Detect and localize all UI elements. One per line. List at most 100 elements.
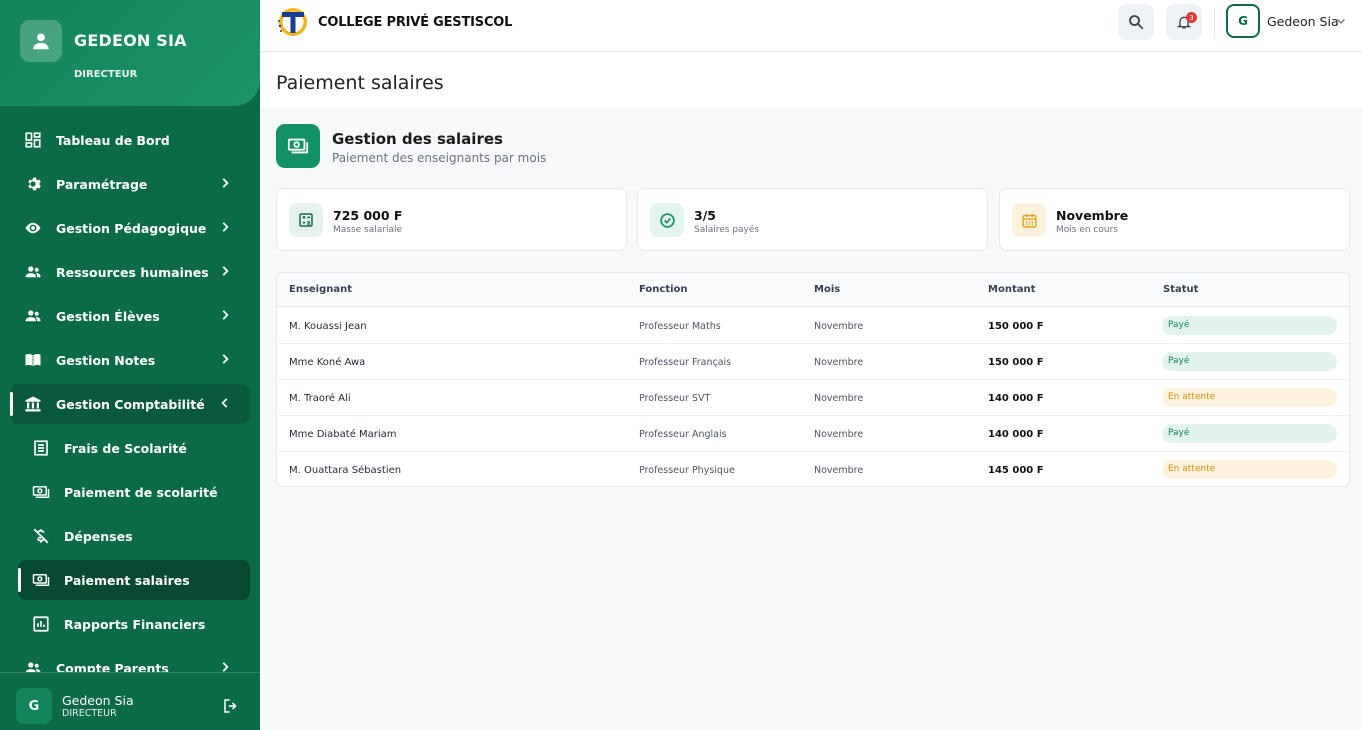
page-title: Paiement salaires [276,72,444,94]
payment-month: Novembre [814,393,864,404]
teacher-name: M. Traoré Ali [289,393,351,404]
table-header: Enseignant Fonction Mois Montant Statut [277,273,1349,307]
stat-value: 725 000 F [333,208,403,223]
topbar: COLLEGE PRIVÉ GESTISCOL 3 G Gedeon Sia [260,0,1362,52]
sidebar-item-notes[interactable]: Gestion Notes [10,340,250,380]
cash-icon [32,571,50,589]
cash-icon [32,483,50,501]
payment-month: Novembre [814,357,864,368]
column-header-month[interactable]: Mois [814,284,840,295]
sidebar-subitem-rapports[interactable]: Rapports Financiers [18,604,250,644]
notification-count-badge: 3 [1186,12,1197,23]
stat-value: Novembre [1056,208,1129,223]
app-logo-icon [278,8,307,36]
salary-section-icon [276,124,320,168]
sidebar-item-dashboard[interactable]: Tableau de Bord [10,120,250,160]
notifications-button[interactable]: 3 [1166,4,1202,40]
sidebar-item-label: Gestion Notes [56,353,156,368]
sidebar-item-label: Gestion Élèves [56,309,160,324]
bank-icon [24,395,42,413]
table-row[interactable]: M. Kouassi Jean Professeur Maths Novembre 1… [277,308,1349,344]
table-row[interactable]: M. Ouattara Sébastien Professeur Physique… [277,452,1349,486]
chevron-left-icon [221,398,228,408]
column-header-teacher[interactable]: Enseignant [289,284,352,295]
column-header-amount[interactable]: Montant [988,284,1035,295]
sidebar-item-label: Ressources humaines [56,265,209,280]
stat-value: 3/5 [694,208,716,223]
payment-month: Novembre [814,321,864,332]
chevron-right-icon [222,222,229,232]
chevron-down-icon[interactable] [1335,15,1347,27]
table-row[interactable]: Mme Diabaté Mariam Professeur Anglais Nove… [277,416,1349,452]
status-badge: Payé [1162,316,1337,335]
chevron-right-icon [222,178,229,188]
topbar-divider [1214,8,1215,38]
teacher-function: Professeur Anglais [639,429,727,440]
profile-name: GEDEON SIA [74,31,187,50]
payment-month: Novembre [814,465,864,476]
column-header-status[interactable]: Statut [1163,284,1198,295]
column-header-function[interactable]: Fonction [639,284,688,295]
sidebar-subitem-label: Paiement salaires [64,573,190,588]
sidebar: GEDEON SIA DIRECTEUR Tableau de Bord Par… [0,0,260,730]
teacher-name: M. Ouattara Sébastien [289,465,402,476]
stat-label: Masse salariale [333,225,403,235]
sidebar-subitem-label: Frais de Scolarité [64,441,187,456]
chevron-right-icon [222,310,229,320]
stat-card-current-month: Novembre Mois en cours [999,188,1350,251]
sidebar-subitem-paiement-salaires[interactable]: Paiement salaires [18,560,250,600]
payment-amount: 150 000 F [988,357,1044,368]
sidebar-subitem-label: Dépenses [64,529,133,544]
teacher-function: Professeur Français [639,357,732,368]
sidebar-item-eleves[interactable]: Gestion Élèves [10,296,250,336]
sidebar-subitem-paiement-scolarite[interactable]: Paiement de scolarité [18,472,250,512]
sidebar-subitem-depenses[interactable]: Dépenses [18,516,250,556]
dashboard-icon [24,131,42,149]
page-header: Paiement salaires [260,53,1362,107]
status-badge: En attente [1162,388,1337,407]
logout-icon[interactable] [222,697,240,715]
profile-role: DIRECTEUR [74,69,138,80]
eye-icon [24,219,42,237]
sidebar-item-label: Gestion Pédagogique [56,221,207,236]
table-row[interactable]: M. Traoré Ali Professeur SVT Novembre 140 0… [277,380,1349,416]
section-title: Gestion des salaires [332,130,503,148]
payment-amount: 145 000 F [988,465,1044,476]
teacher-name: Mme Koné Awa [289,357,366,368]
payment-amount: 140 000 F [988,393,1044,404]
status-badge: En attente [1162,460,1337,479]
user-menu-name[interactable]: Gedeon Sia [1267,14,1339,29]
app-title: COLLEGE PRIVÉ GESTISCOL [318,15,513,30]
sidebar-item-label: Paramétrage [56,177,148,192]
user-avatar[interactable]: G [1226,4,1260,38]
search-icon [1129,15,1144,30]
money-off-icon [32,527,50,545]
sidebar-item-parametrage[interactable]: Paramétrage [10,164,250,204]
teacher-function: Professeur SVT [639,393,711,404]
sidebar-item-pedagogie[interactable]: Gestion Pédagogique [10,208,250,248]
stat-card-payroll: 725 000 F Masse salariale [276,188,627,251]
sidebar-subitem-label: Rapports Financiers [64,617,206,632]
sidebar-footer: G Gedeon Sia DIRECTEUR [0,672,260,730]
footer-user-name: Gedeon Sia [62,693,134,708]
book-icon [24,351,42,369]
teacher-name: Mme Diabaté Mariam [289,429,397,440]
section-subtitle: Paiement des enseignants par mois [332,151,547,165]
people-icon [24,307,42,325]
salary-table: Enseignant Fonction Mois Montant Statut … [276,272,1350,487]
calendar-icon [1012,203,1046,237]
report-icon [32,615,50,633]
receipt-icon [32,439,50,457]
teacher-name: M. Kouassi Jean [289,321,367,332]
sidebar-item-ressources-humaines[interactable]: Ressources humaines [10,252,250,292]
sidebar-subitem-frais-scolarite[interactable]: Frais de Scolarité [18,428,250,468]
table-row[interactable]: Mme Koné Awa Professeur Français Novembre 1… [277,344,1349,380]
payment-amount: 140 000 F [988,429,1044,440]
chevron-right-icon [222,266,229,276]
sidebar-item-comptabilite[interactable]: Gestion Comptabilité [10,384,250,424]
check-circle-icon [650,203,684,237]
avatar: G [16,688,52,724]
search-button[interactable] [1118,4,1154,40]
sidebar-item-label: Gestion Comptabilité [56,397,205,412]
status-badge: Payé [1162,352,1337,371]
